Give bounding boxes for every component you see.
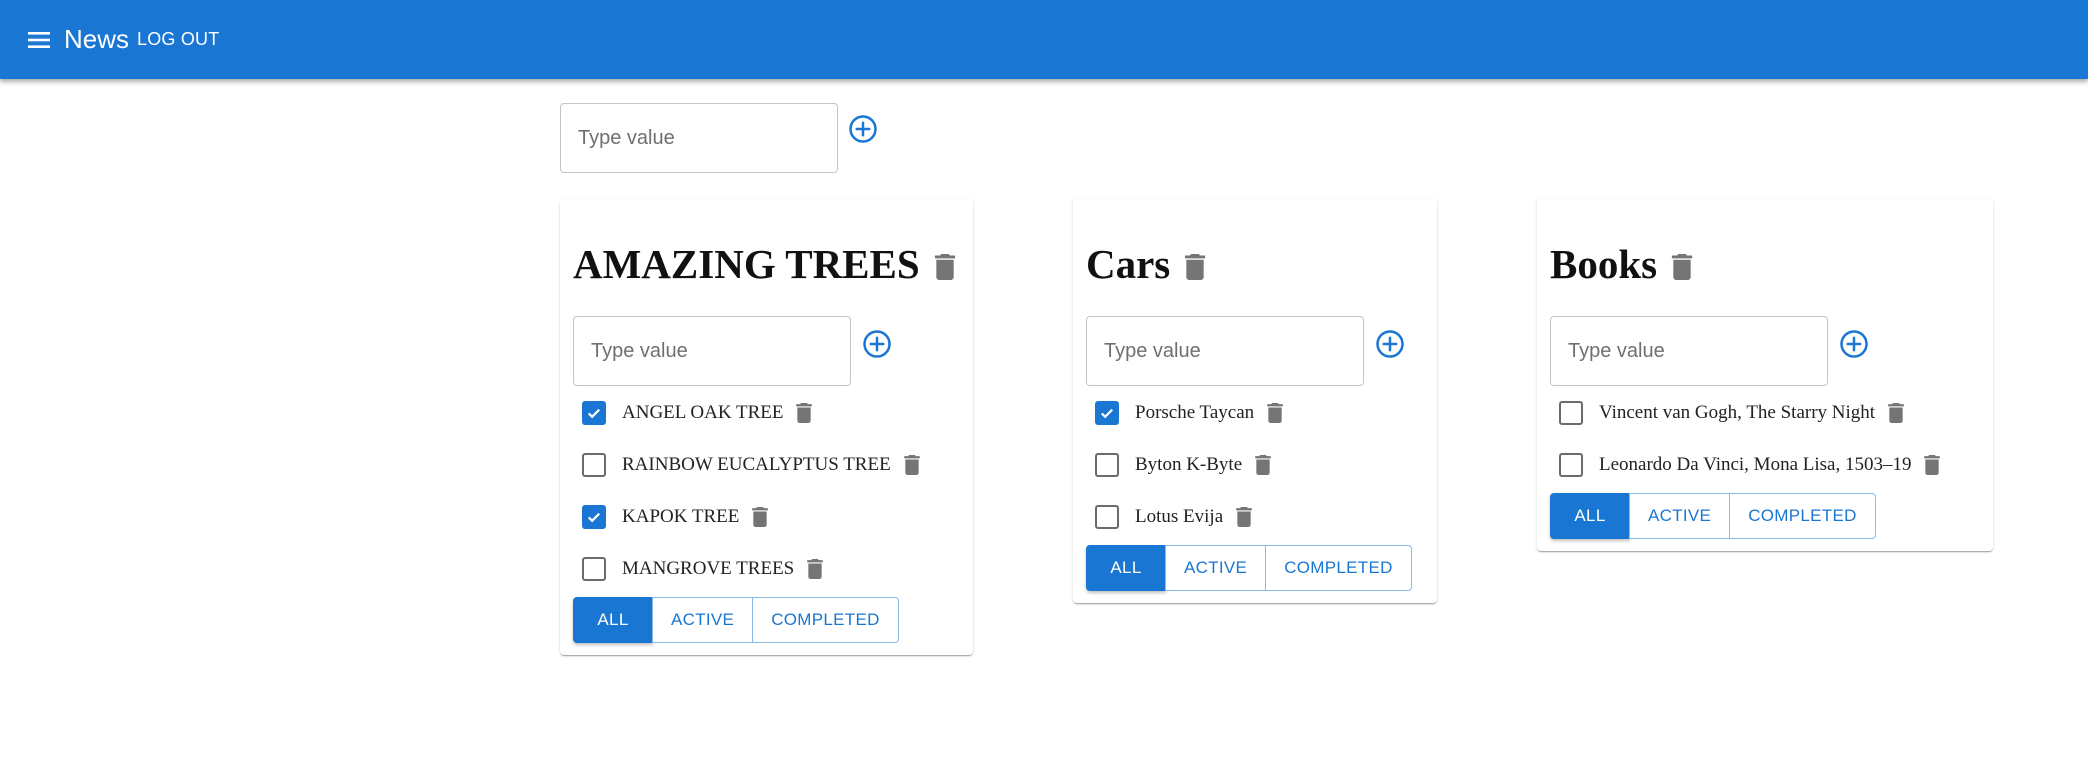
delete-task-icon[interactable] [1267,403,1283,423]
filter-group: ALL ACTIVE COMPLETED [1550,493,1876,539]
add-list-icon[interactable] [848,114,878,144]
logout-button[interactable]: LOG OUT [137,28,219,50]
task-item: MANGROVE TREES [582,549,824,589]
filter-all-button[interactable]: ALL [1550,493,1630,539]
delete-task-icon[interactable] [1924,455,1941,475]
list-title-text: Cars [1086,241,1171,287]
task-checkbox[interactable] [1559,453,1583,477]
list-title-text: AMAZING TREES [573,241,920,287]
list-title: AMAZING TREES [573,239,956,289]
task-label: Byton K-Byte [1135,454,1243,475]
todolist-card: Books Vincent van Gogh, The Starry Night… [1537,199,1993,551]
check-icon [1100,408,1114,419]
task-label: MANGROVE TREES [622,558,795,579]
add-task-field[interactable] [1550,316,1828,386]
delete-task-icon[interactable] [796,403,813,423]
add-task-input[interactable] [1551,317,1827,385]
task-label: Vincent van Gogh, The Starry Night [1599,402,1876,423]
filter-completed-button[interactable]: COMPLETED [1265,545,1412,591]
task-item: RAINBOW EUCALYPTUS TREE [582,445,920,485]
delete-list-icon[interactable] [934,254,956,280]
menu-button[interactable] [22,22,58,58]
task-item: Leonardo Da Vinci, Mona Lisa, 1503–19 [1559,445,1941,485]
task-label: Porsche Taycan [1135,402,1255,423]
delete-list-icon[interactable] [1184,254,1206,280]
task-item: Byton K-Byte [1095,445,1271,485]
app-title: News [64,24,130,54]
delete-task-icon[interactable] [1255,455,1271,475]
app-bar: News LOG OUT [0,0,2088,79]
add-task-input[interactable] [574,317,850,385]
filter-active-button[interactable]: ACTIVE [1629,493,1731,539]
task-checkbox[interactable] [582,401,606,425]
delete-list-icon[interactable] [1671,254,1693,280]
delete-task-icon[interactable] [1236,507,1252,527]
filter-group: ALL ACTIVE COMPLETED [573,597,899,643]
filter-completed-button[interactable]: COMPLETED [1729,493,1876,539]
task-item: KAPOK TREE [582,497,769,537]
add-task-icon[interactable] [862,329,892,359]
check-icon [587,408,601,419]
task-label: RAINBOW EUCALYPTUS TREE [622,454,891,475]
delete-task-icon[interactable] [807,559,824,579]
task-checkbox[interactable] [582,557,606,581]
menu-icon [28,32,50,48]
todolist-card: Cars Porsche Taycan Byton K-Byte Lotus E… [1073,199,1437,603]
task-item: Porsche Taycan [1095,393,1283,433]
task-checkbox[interactable] [1095,505,1119,529]
add-task-field[interactable] [573,316,851,386]
task-checkbox[interactable] [1095,453,1119,477]
list-title: Cars [1086,239,1206,289]
filter-group: ALL ACTIVE COMPLETED [1086,545,1412,591]
task-checkbox[interactable] [1095,401,1119,425]
task-item: Lotus Evija [1095,497,1252,537]
filter-active-button[interactable]: ACTIVE [652,597,754,643]
check-icon [587,512,601,523]
list-title: Books [1550,239,1693,289]
task-label: ANGEL OAK TREE [622,402,784,423]
task-label: KAPOK TREE [622,506,740,527]
add-task-icon[interactable] [1375,329,1405,359]
delete-task-icon[interactable] [903,455,920,475]
filter-completed-button[interactable]: COMPLETED [752,597,899,643]
filter-active-button[interactable]: ACTIVE [1165,545,1267,591]
filter-all-button[interactable]: ALL [573,597,653,643]
task-item: Vincent van Gogh, The Starry Night [1559,393,1904,433]
add-task-field[interactable] [1086,316,1364,386]
task-checkbox[interactable] [582,505,606,529]
new-list-input[interactable] [561,104,837,172]
todolist-card: AMAZING TREES ANGEL OAK TREE RAINBOW EUC… [560,199,973,655]
task-label: Leonardo Da Vinci, Mona Lisa, 1503–19 [1599,454,1912,475]
new-list-field[interactable] [560,103,838,173]
task-label: Lotus Evija [1135,506,1224,527]
task-checkbox[interactable] [1559,401,1583,425]
add-task-icon[interactable] [1839,329,1869,359]
list-title-text: Books [1550,241,1658,287]
task-item: ANGEL OAK TREE [582,393,813,433]
delete-task-icon[interactable] [1888,403,1904,423]
add-task-input[interactable] [1087,317,1363,385]
filter-all-button[interactable]: ALL [1086,545,1166,591]
task-checkbox[interactable] [582,453,606,477]
delete-task-icon[interactable] [752,507,769,527]
